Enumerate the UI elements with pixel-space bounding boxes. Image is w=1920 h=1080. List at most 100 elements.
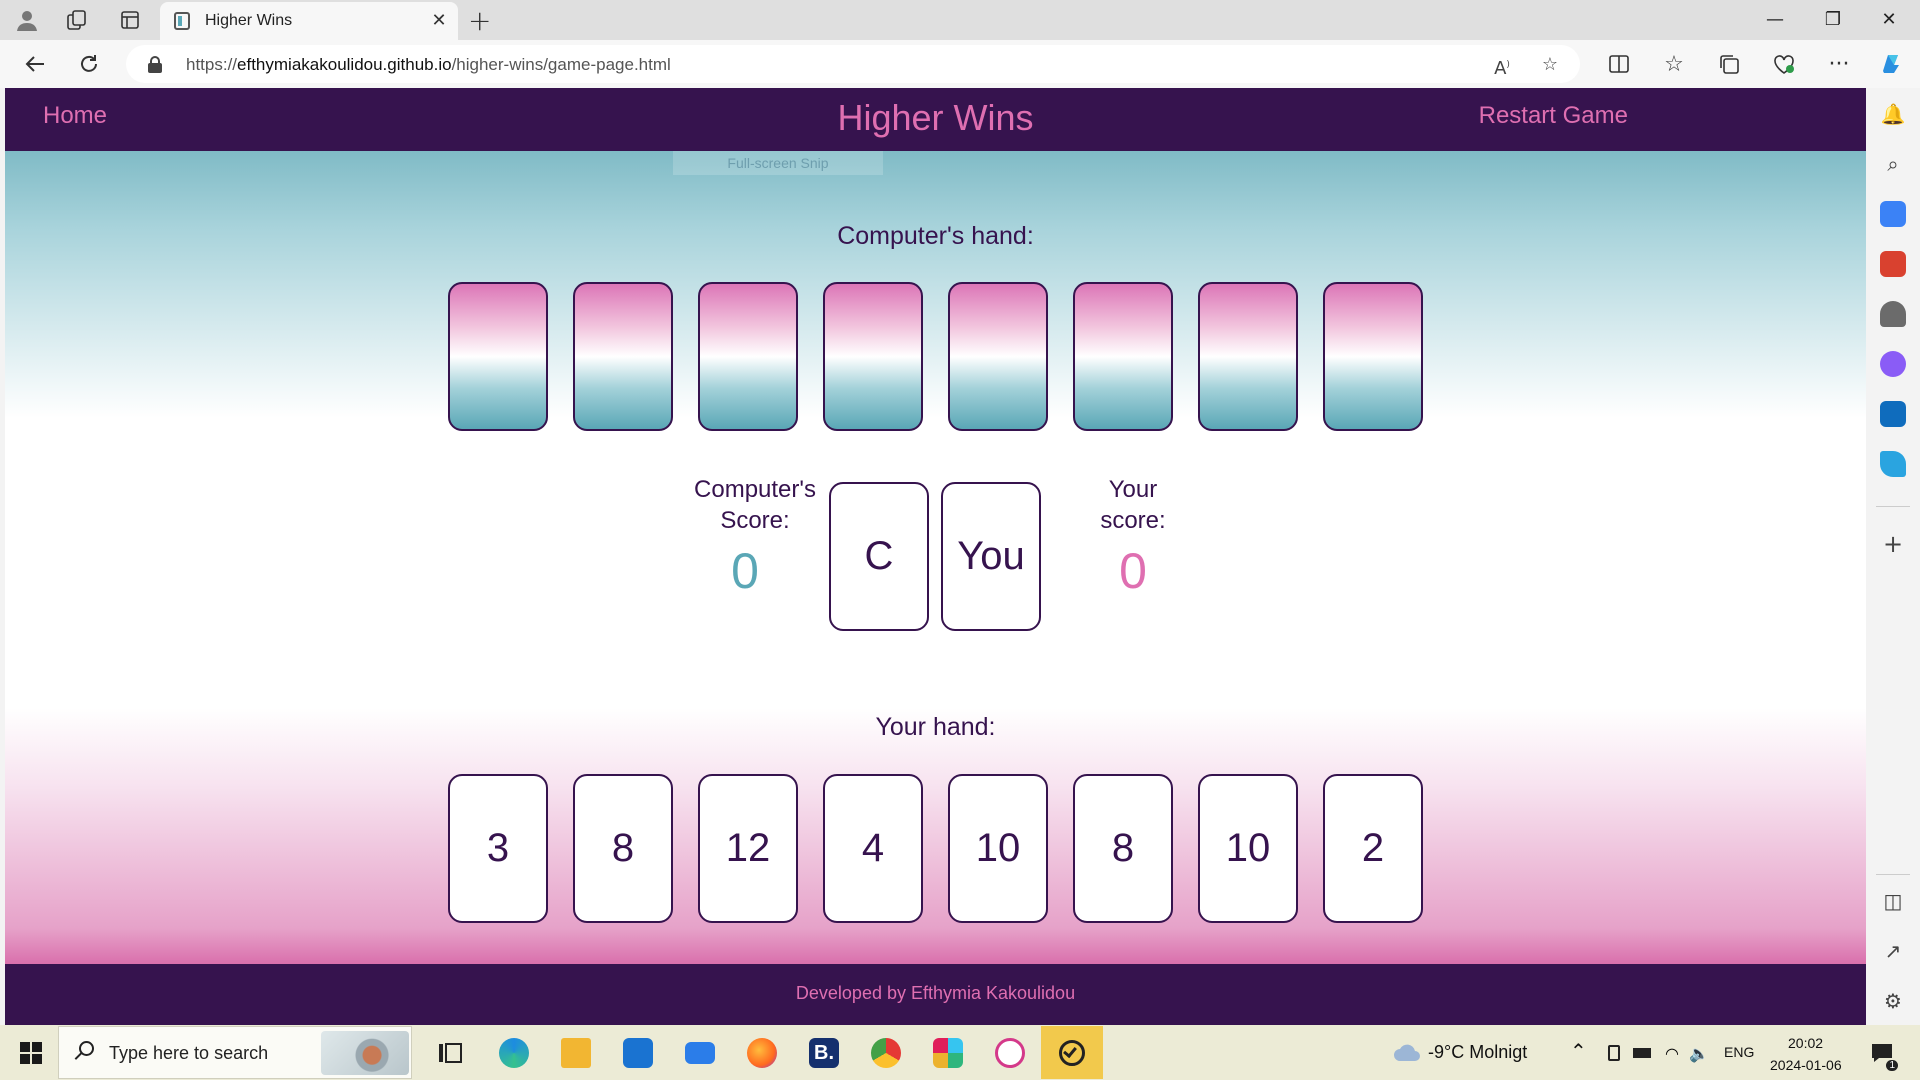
- edge-sidebar: 🔔 ⌕ + ◫ ↗ ⚙: [1866, 88, 1920, 1025]
- computer-card-back: [1073, 282, 1173, 431]
- workspaces-icon[interactable]: [63, 6, 91, 34]
- player-card[interactable]: 10: [1198, 774, 1298, 923]
- browser-toolbar: https://efthymiakakoulidou.github.io/hig…: [0, 40, 1920, 88]
- computer-card-back: [573, 282, 673, 431]
- computer-card-back: [823, 282, 923, 431]
- minimize-button[interactable]: —: [1752, 4, 1798, 36]
- played-computer-card: C: [829, 482, 929, 631]
- snipping-tool-icon[interactable]: [990, 1033, 1030, 1073]
- sidebar-settings-gear-icon[interactable]: ⚙: [1880, 988, 1906, 1014]
- slack-icon[interactable]: [928, 1033, 968, 1073]
- footer-credit: Developed by Efthymia Kakoulidou: [795, 983, 1076, 1003]
- windows-taskbar: Type here to search B. -9°C Molnigt ⌃ ◠ …: [0, 1025, 1920, 1080]
- profile-icon[interactable]: [13, 6, 41, 34]
- favorites-icon[interactable]: ☆: [1659, 49, 1689, 79]
- page-favicon-icon: [174, 12, 190, 30]
- player-card[interactable]: 10: [948, 774, 1048, 923]
- player-card[interactable]: 8: [573, 774, 673, 923]
- close-window-button[interactable]: ✕: [1866, 4, 1912, 36]
- firefox-icon[interactable]: [742, 1033, 782, 1073]
- file-explorer-icon[interactable]: [556, 1033, 596, 1073]
- computer-card-back: [948, 282, 1048, 431]
- computer-card-back: [1323, 282, 1423, 431]
- back-button[interactable]: [20, 49, 50, 79]
- mail-icon[interactable]: [680, 1033, 720, 1073]
- search-sidebar-icon[interactable]: ⌕: [1880, 151, 1906, 177]
- booking-icon[interactable]: B.: [804, 1033, 844, 1073]
- active-app-taskbar-icon[interactable]: [1041, 1026, 1103, 1079]
- edge-taskbar-icon[interactable]: [494, 1033, 534, 1073]
- battery-icon[interactable]: [1630, 1033, 1654, 1073]
- computer-card-back: [698, 282, 798, 431]
- vertical-tabs-icon[interactable]: [116, 6, 144, 34]
- url-text[interactable]: https://efthymiakakoulidou.github.io/hig…: [186, 55, 671, 75]
- browser-tab-bar: Higher Wins ✕ + — ❐ ✕: [0, 0, 1920, 40]
- taskbar-search-placeholder: Type here to search: [109, 1043, 269, 1063]
- read-aloud-icon[interactable]: A): [1490, 53, 1514, 79]
- hide-sidebar-icon[interactable]: ◫: [1880, 888, 1906, 914]
- computer-score-value: 0: [731, 543, 759, 599]
- sidebar-divider: [1876, 874, 1910, 875]
- tab-close-icon[interactable]: ✕: [428, 10, 450, 32]
- browser-essentials-icon[interactable]: [1769, 49, 1799, 79]
- language-indicator[interactable]: ENG: [1724, 1044, 1754, 1060]
- shopping-tag-icon[interactable]: [1880, 201, 1906, 227]
- address-bar[interactable]: https://efthymiakakoulidou.github.io/hig…: [126, 45, 1580, 83]
- player-card[interactable]: 2: [1323, 774, 1423, 923]
- player-card[interactable]: 12: [698, 774, 798, 923]
- tools-toolbox-icon[interactable]: [1880, 251, 1906, 277]
- favorite-star-icon[interactable]: ☆: [1538, 53, 1562, 77]
- notification-center-icon[interactable]: 1: [1864, 1033, 1900, 1073]
- settings-more-icon[interactable]: ···: [1824, 49, 1854, 79]
- snip-overlay-hint: Full-screen Snip: [673, 151, 883, 175]
- split-screen-icon[interactable]: [1604, 49, 1634, 79]
- refresh-button[interactable]: [74, 49, 104, 79]
- restart-game-link[interactable]: Restart Game: [1479, 102, 1628, 130]
- computer-hand-label: Computer's hand:: [837, 222, 1034, 250]
- microsoft-store-icon[interactable]: [618, 1033, 658, 1073]
- computer-score-label: Computer's Score:: [694, 476, 816, 534]
- notification-count-badge: 1: [1886, 1060, 1898, 1071]
- chrome-icon[interactable]: [866, 1033, 906, 1073]
- tab-title: Higher Wins: [205, 12, 293, 29]
- drop-send-icon[interactable]: [1880, 451, 1906, 477]
- player-score-value: 0: [1119, 543, 1147, 599]
- played-player-card: You: [941, 482, 1041, 631]
- wifi-icon[interactable]: ◠: [1660, 1033, 1684, 1073]
- lock-icon[interactable]: [148, 56, 162, 73]
- device-icon[interactable]: [1602, 1033, 1626, 1073]
- computer-card-back: [448, 282, 548, 431]
- taskbar-search-box[interactable]: Type here to search: [58, 1026, 412, 1079]
- web-page: Home Higher Wins Restart Game Full-scree…: [5, 88, 1866, 1025]
- new-tab-button[interactable]: +: [468, 4, 491, 37]
- site-header: Home Higher Wins Restart Game: [5, 88, 1866, 151]
- collections-icon[interactable]: [1714, 49, 1744, 79]
- notifications-bell-icon[interactable]: 🔔: [1880, 101, 1906, 127]
- outlook-icon[interactable]: [1880, 401, 1906, 427]
- games-chess-icon[interactable]: [1880, 301, 1906, 327]
- open-external-icon[interactable]: ↗: [1880, 938, 1906, 964]
- player-card[interactable]: 4: [823, 774, 923, 923]
- copilot-icon[interactable]: [1876, 49, 1906, 79]
- volume-icon[interactable]: 🔈: [1687, 1033, 1711, 1073]
- site-footer: Developed by Efthymia Kakoulidou: [5, 964, 1866, 1025]
- weather-text[interactable]: -9°C Molnigt: [1428, 1042, 1527, 1063]
- sidebar-divider: [1876, 506, 1910, 507]
- cloud-weather-icon[interactable]: [1392, 1033, 1422, 1073]
- search-icon: [73, 1041, 95, 1063]
- active-tab[interactable]: Higher Wins ✕: [160, 2, 458, 40]
- player-card[interactable]: 3: [448, 774, 548, 923]
- add-sidebar-app-icon[interactable]: +: [1880, 531, 1906, 557]
- clock-time[interactable]: 20:02: [1788, 1035, 1823, 1051]
- windows-start-icon[interactable]: [20, 1042, 42, 1064]
- clock-date[interactable]: 2024-01-06: [1770, 1057, 1842, 1073]
- restore-button[interactable]: ❐: [1810, 4, 1856, 36]
- player-card[interactable]: 8: [1073, 774, 1173, 923]
- microsoft-365-icon[interactable]: [1880, 351, 1906, 377]
- show-hidden-icons-chevron-icon[interactable]: ⌃: [1570, 1039, 1587, 1064]
- computer-card-back: [1198, 282, 1298, 431]
- player-hand-label: Your hand:: [875, 713, 996, 741]
- player-score-label: Your score:: [1100, 476, 1166, 534]
- search-highlight-bird-image: [321, 1031, 409, 1075]
- task-view-icon[interactable]: [430, 1033, 470, 1073]
